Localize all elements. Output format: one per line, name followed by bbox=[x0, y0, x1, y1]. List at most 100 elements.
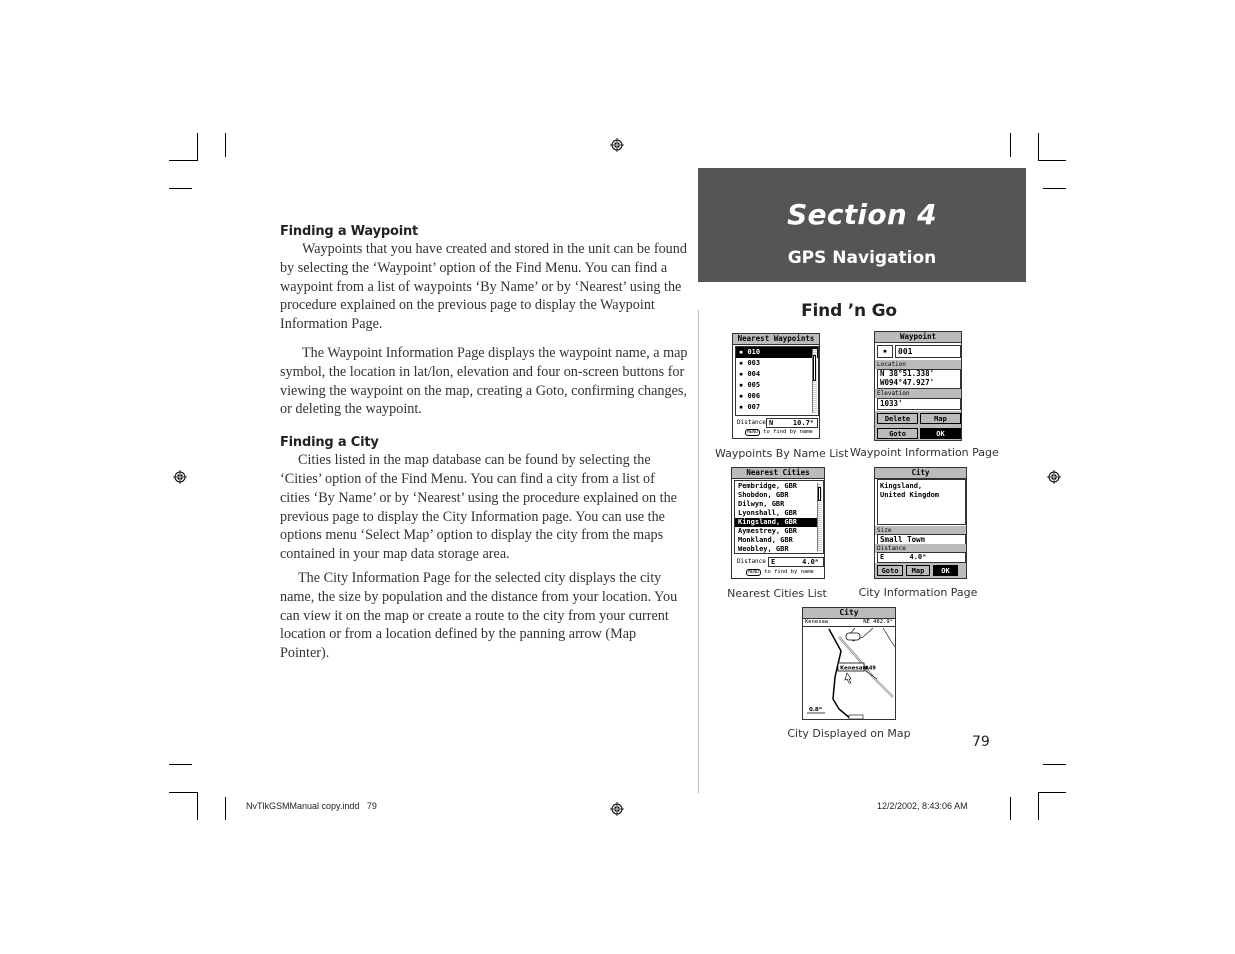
section-title: Section 4 bbox=[787, 198, 937, 231]
list-item[interactable]: Lyonshall, GBR bbox=[735, 509, 823, 518]
section-tab: Section 4 GPS Navigation bbox=[698, 168, 1026, 282]
location-field[interactable]: N 38°51.338' W094°47.927' bbox=[877, 369, 961, 389]
crop-mark bbox=[1038, 792, 1066, 793]
screen-title: City bbox=[875, 468, 966, 479]
registration-mark-icon bbox=[173, 470, 187, 484]
screen-title: Nearest Cities bbox=[732, 468, 824, 479]
left-column: Finding a Waypoint Waypoints that you ha… bbox=[280, 224, 688, 663]
slug-timestamp: 12/2/2002, 8:43:06 AM bbox=[877, 801, 968, 811]
paragraph: The City Information Page for the select… bbox=[280, 569, 678, 662]
section-subtitle: GPS Navigation bbox=[787, 248, 937, 268]
menu-key-icon: MENU bbox=[746, 569, 761, 576]
screen-waypoint-info: Waypoint ▪ 001 Location N 38°51.338' W09… bbox=[874, 331, 962, 441]
caption: Waypoint Information Page bbox=[850, 446, 999, 459]
caption: Nearest Cities List bbox=[727, 587, 827, 600]
crop-mark bbox=[225, 797, 226, 820]
caption: City Information Page bbox=[858, 586, 978, 599]
list-item[interactable]: Pembridge, GBR bbox=[735, 482, 823, 491]
waypoint-list: ▪ 010 ▪ 003 ▪ 004 ▪ 005 ▪ 006 ▪ 007 bbox=[735, 346, 819, 416]
list-item[interactable]: Dilwyn, GBR bbox=[735, 500, 823, 509]
distance-field: N 10.7ᵐ bbox=[766, 418, 818, 428]
distance-field: E 4.0ᵐ bbox=[877, 552, 966, 563]
crop-mark bbox=[1043, 764, 1066, 765]
city-name-field[interactable]: Kingsland, United Kingdom bbox=[877, 479, 966, 525]
paragraph: Cities listed in the map database can be… bbox=[280, 452, 677, 563]
column-divider bbox=[698, 310, 699, 793]
road-label: A49 bbox=[865, 666, 876, 672]
scale-label: 0.8ᵐ bbox=[809, 707, 823, 713]
elevation-field[interactable]: 1033' bbox=[877, 398, 961, 410]
list-item[interactable]: ▪ 003 bbox=[736, 358, 818, 369]
map-button[interactable]: Map bbox=[906, 565, 930, 576]
crop-mark bbox=[1010, 797, 1011, 820]
caption: City Displayed on Map bbox=[787, 727, 911, 740]
registration-mark-icon bbox=[1047, 470, 1061, 484]
list-item[interactable]: ▪ 006 bbox=[736, 391, 818, 402]
road bbox=[882, 627, 895, 648]
paragraph: Waypoints that you have created and stor… bbox=[280, 241, 687, 333]
caption: Waypoints By Name List bbox=[715, 447, 849, 460]
location-label: Location bbox=[875, 360, 961, 369]
list-item[interactable]: ▪ 005 bbox=[736, 380, 818, 391]
list-item[interactable]: ▪ 010 bbox=[736, 347, 818, 358]
map-button[interactable]: Map bbox=[920, 413, 961, 424]
highway-shield-icon bbox=[845, 632, 861, 641]
list-item[interactable]: Kingsland, GBR bbox=[735, 518, 817, 527]
menu-key-icon: MENU bbox=[745, 429, 760, 436]
screen-title: Nearest Waypoints bbox=[733, 334, 819, 345]
map-data-bar: Kenesaw NE 482.9ᵐ bbox=[803, 619, 895, 627]
crop-mark bbox=[169, 160, 197, 161]
crop-mark bbox=[1038, 792, 1039, 820]
registration-mark-icon bbox=[610, 802, 624, 816]
scrollbar[interactable] bbox=[812, 349, 817, 413]
distance-label: Distance bbox=[737, 558, 766, 565]
section-waypoint: Finding a Waypoint Waypoints that you ha… bbox=[280, 224, 688, 419]
city-list: Pembridge, GBR Shobdon, GBR Dilwyn, GBR … bbox=[734, 480, 824, 554]
delete-button[interactable]: Delete bbox=[877, 413, 918, 424]
list-item[interactable]: Monkland, GBR bbox=[735, 536, 823, 545]
goto-button[interactable]: Goto bbox=[877, 428, 918, 439]
hint: MENU to find by name bbox=[745, 429, 813, 436]
slug-file: NvTlkGSMManual copy.indd 79 bbox=[246, 801, 377, 811]
heading-finding-waypoint: Finding a Waypoint bbox=[280, 224, 419, 239]
paragraph: The Waypoint Information Page displays t… bbox=[280, 344, 688, 418]
map-canvas[interactable]: Kenesaw A49 0.8ᵐ bbox=[803, 627, 895, 719]
crop-mark bbox=[1038, 160, 1066, 161]
name-field[interactable]: 001 bbox=[895, 345, 961, 358]
list-item[interactable]: Shobdon, GBR bbox=[735, 491, 823, 500]
screen-title: Waypoint bbox=[875, 332, 961, 343]
crop-mark bbox=[1038, 133, 1039, 161]
heading-finding-city: Finding a City bbox=[280, 435, 379, 451]
map-pointer-icon bbox=[844, 672, 852, 684]
distance-label: Distance bbox=[737, 419, 766, 426]
symbol-field[interactable]: ▪ bbox=[877, 345, 893, 358]
crop-mark bbox=[1043, 188, 1066, 189]
crop-mark bbox=[169, 792, 197, 793]
elevation-label: Elevation bbox=[875, 389, 961, 398]
goto-button[interactable]: Goto bbox=[877, 565, 903, 576]
city-label: Kenesaw bbox=[840, 666, 868, 672]
crop-mark bbox=[197, 133, 198, 161]
scrollbar[interactable] bbox=[817, 483, 822, 551]
list-item[interactable]: ▪ 007 bbox=[736, 402, 818, 413]
crop-mark bbox=[197, 792, 198, 820]
section-city: Finding a City Cities listed in the map … bbox=[280, 435, 688, 663]
distance-field: E 4.0ᵐ bbox=[768, 557, 824, 567]
screen-city-info: City Kingsland, United Kingdom Size Smal… bbox=[874, 467, 967, 579]
screen-city-map: City Kenesaw NE 482.9ᵐ Kenesaw A49 0.8ᵐ bbox=[802, 607, 896, 720]
ok-button[interactable]: OK bbox=[920, 428, 961, 439]
registration-mark-icon bbox=[610, 138, 624, 152]
figures-heading: Find ’n Go bbox=[801, 301, 897, 321]
crop-mark bbox=[225, 133, 226, 157]
hint: MENU to find by name bbox=[746, 569, 814, 576]
crop-mark bbox=[1010, 133, 1011, 157]
screen-nearest-cities: Nearest Cities Pembridge, GBR Shobdon, G… bbox=[731, 467, 825, 579]
page-number: 79 bbox=[972, 734, 990, 750]
list-item[interactable]: Weobley, GBR bbox=[735, 545, 823, 554]
ok-button[interactable]: OK bbox=[933, 565, 958, 576]
crop-mark bbox=[169, 188, 192, 189]
crop-mark bbox=[169, 764, 192, 765]
list-item[interactable]: Aymestrey, GBR bbox=[735, 527, 823, 536]
screen-nearest-waypoints: Nearest Waypoints ▪ 010 ▪ 003 ▪ 004 ▪ 00… bbox=[732, 333, 820, 439]
list-item[interactable]: ▪ 004 bbox=[736, 369, 818, 380]
